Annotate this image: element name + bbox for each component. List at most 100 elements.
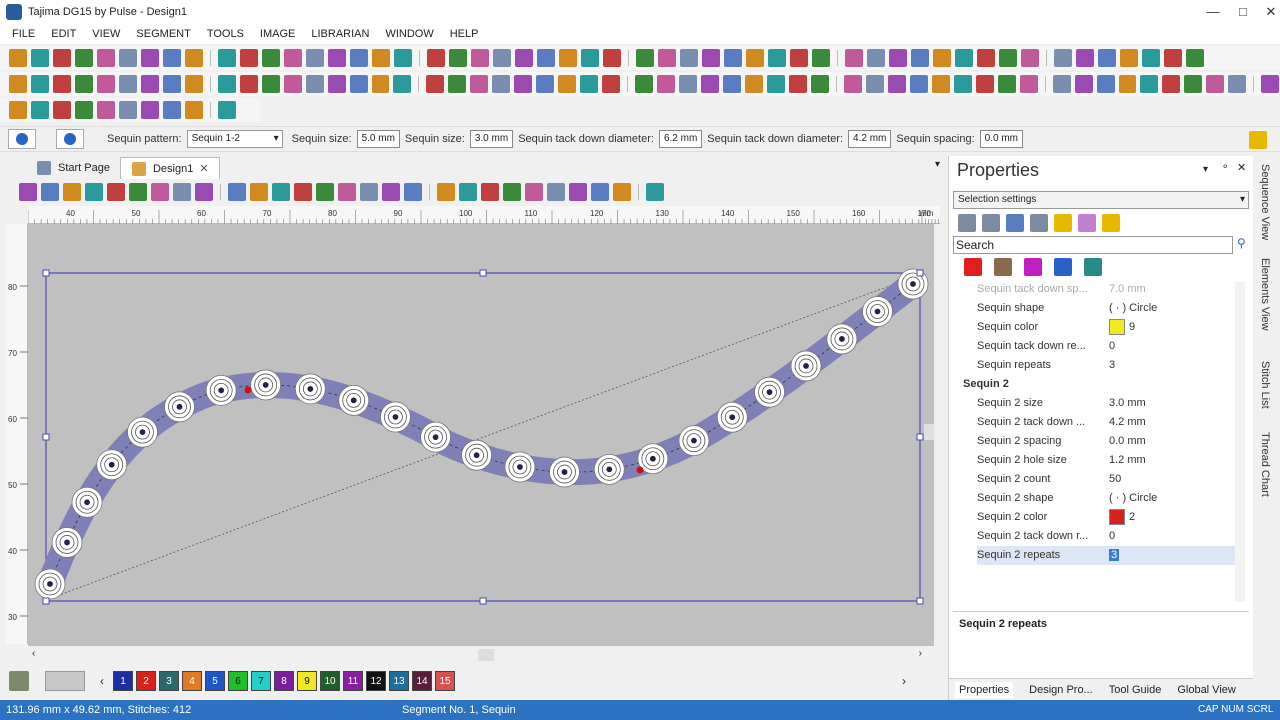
toolbar-tool-icon[interactable]: [658, 49, 676, 67]
tack-diameter-field[interactable]: 6.2 mm: [658, 130, 703, 148]
toolbar-tool-icon[interactable]: [1076, 49, 1094, 67]
toolbar-tool-icon[interactable]: [975, 75, 994, 93]
toolbar-tool-icon[interactable]: [790, 49, 808, 67]
color-swatch[interactable]: 14: [412, 671, 432, 691]
toolbar-tool-icon[interactable]: [911, 49, 929, 67]
toolbar-tool-icon[interactable]: [503, 183, 521, 201]
property-row[interactable]: Sequin tack down sp... 7.0 mm: [977, 280, 1239, 299]
search-input[interactable]: Search: [953, 236, 1233, 254]
toolbar-tool-icon[interactable]: [53, 49, 71, 67]
toolbar-tool-icon[interactable]: [394, 49, 412, 67]
toolbar-tool-icon[interactable]: [250, 183, 268, 201]
toolbar-tool-icon[interactable]: [162, 75, 181, 93]
sequin-mark[interactable]: [754, 376, 785, 408]
toolbar-tool-icon[interactable]: [9, 49, 27, 67]
toolbar-tool-icon[interactable]: [75, 101, 93, 119]
toolbar-tool-icon[interactable]: [1140, 75, 1159, 93]
toolbar-tool-icon[interactable]: [723, 75, 741, 93]
toolbar-tool-icon[interactable]: [284, 49, 302, 67]
toolbar-tool-icon[interactable]: [1054, 49, 1072, 67]
toolbar-tool-icon[interactable]: [867, 49, 885, 67]
toolbar-tool-icon[interactable]: [701, 75, 720, 93]
color-swatch[interactable]: 10: [320, 671, 340, 691]
menu-segment[interactable]: SEGMENT: [136, 28, 190, 40]
scroll-right-icon[interactable]: ›: [919, 648, 922, 659]
toolbar-tool-icon[interactable]: [1164, 49, 1182, 67]
color-swatch[interactable]: 9: [297, 671, 317, 691]
toolbar-tool-icon[interactable]: [1261, 75, 1280, 93]
toolbar-tool-icon[interactable]: [426, 75, 445, 93]
color-swatch[interactable]: 4: [182, 671, 202, 691]
toolbar-tool-icon[interactable]: [294, 183, 312, 201]
sequin2-shape-button[interactable]: [56, 129, 84, 149]
toolbar-tool-icon[interactable]: [327, 75, 346, 93]
toolbar-tool-icon[interactable]: [195, 183, 213, 201]
menu-file[interactable]: FILE: [12, 28, 35, 40]
toolbar-tool-icon[interactable]: [1184, 75, 1203, 93]
toolbar-tool-icon[interactable]: [471, 49, 489, 67]
color-swatch[interactable]: 13: [389, 671, 409, 691]
route-icon[interactable]: [994, 258, 1012, 276]
toolbar-tool-icon[interactable]: [1206, 75, 1225, 93]
toolbar-tool-icon[interactable]: [1019, 75, 1038, 93]
palette-right-icon[interactable]: ›: [902, 674, 906, 688]
toolbar-tool-icon[interactable]: [185, 49, 203, 67]
toolbar-tool-icon[interactable]: [97, 49, 115, 67]
categorized-icon[interactable]: [958, 214, 976, 232]
toolbar-tool-icon[interactable]: [239, 75, 258, 93]
tack2-diameter-field[interactable]: 4.2 mm: [848, 130, 892, 148]
toolbar-tool-icon[interactable]: [887, 75, 906, 93]
palette-tool-icon[interactable]: [9, 671, 29, 691]
property-row[interactable]: Sequin tack down re... 0: [977, 337, 1239, 356]
sequin-mark[interactable]: [294, 373, 326, 405]
tab-global-view[interactable]: Global View: [1177, 684, 1236, 696]
sequin-tool-icon[interactable]: [964, 258, 982, 276]
property-row[interactable]: Sequin 2: [963, 375, 1233, 394]
tab-menu-icon[interactable]: ▾: [935, 159, 940, 170]
toolbar-tool-icon[interactable]: [151, 183, 169, 201]
toolbar-tool-icon[interactable]: [810, 75, 829, 93]
property-row[interactable]: Sequin 2 count 50: [977, 470, 1239, 489]
toolbar-tool-icon[interactable]: [580, 75, 599, 93]
color-swatch[interactable]: 12: [366, 671, 386, 691]
toolbar-tool-icon[interactable]: [889, 49, 907, 67]
toolbar-tool-icon[interactable]: [1074, 75, 1093, 93]
property-row[interactable]: Sequin 2 shape ( · ) Circle: [977, 489, 1239, 508]
toolbar-tool-icon[interactable]: [404, 183, 422, 201]
tab-tool-guide[interactable]: Tool Guide: [1109, 684, 1162, 696]
toolbar-tool-icon[interactable]: [1118, 75, 1137, 93]
toolbar-tool-icon[interactable]: [53, 101, 71, 119]
design-canvas[interactable]: [28, 224, 934, 646]
toolbar-tool-icon[interactable]: [218, 101, 236, 119]
toolbar-tool-icon[interactable]: [525, 183, 543, 201]
toolbar-tool-icon[interactable]: [1162, 75, 1181, 93]
toolbar-tool-icon[interactable]: [96, 75, 115, 93]
color-swatch[interactable]: 2: [136, 671, 156, 691]
color-swatch[interactable]: 7: [251, 671, 271, 691]
toolbar-tool-icon[interactable]: [955, 49, 973, 67]
toolbar-tool-icon[interactable]: [97, 101, 115, 119]
toolbar-tool-icon[interactable]: [163, 101, 181, 119]
sequin-mark[interactable]: [593, 453, 625, 485]
sequin-mark[interactable]: [790, 350, 822, 382]
toolbar-tool-icon[interactable]: [75, 49, 93, 67]
handles[interactable]: [42, 269, 924, 605]
toolbar-tool-icon[interactable]: [909, 75, 928, 93]
text-icon[interactable]: [1054, 258, 1072, 276]
toolbar-tool-icon[interactable]: [328, 49, 346, 67]
toolbar-tool-icon[interactable]: [31, 101, 49, 119]
property-row[interactable]: Sequin 2 spacing 0.0 mm: [977, 432, 1239, 451]
property-row[interactable]: Sequin 2 tack down r... 0: [977, 527, 1239, 546]
toolbar-tool-icon[interactable]: [636, 49, 654, 67]
sequin1-shape-button[interactable]: [8, 129, 36, 149]
toolbar-tool-icon[interactable]: [702, 49, 720, 67]
toolbar-tool-icon[interactable]: [448, 75, 467, 93]
toolbar-tool-icon[interactable]: [657, 75, 676, 93]
toolbar-tool-icon[interactable]: [514, 75, 533, 93]
settings-icon[interactable]: [1078, 214, 1096, 232]
search-icon[interactable]: ⚲: [1237, 236, 1246, 250]
toolbar-tool-icon[interactable]: [997, 75, 1016, 93]
toolbar-tool-icon[interactable]: [1096, 75, 1115, 93]
toolbar-tool-icon[interactable]: [31, 49, 49, 67]
toolbar-tool-icon[interactable]: [843, 75, 862, 93]
